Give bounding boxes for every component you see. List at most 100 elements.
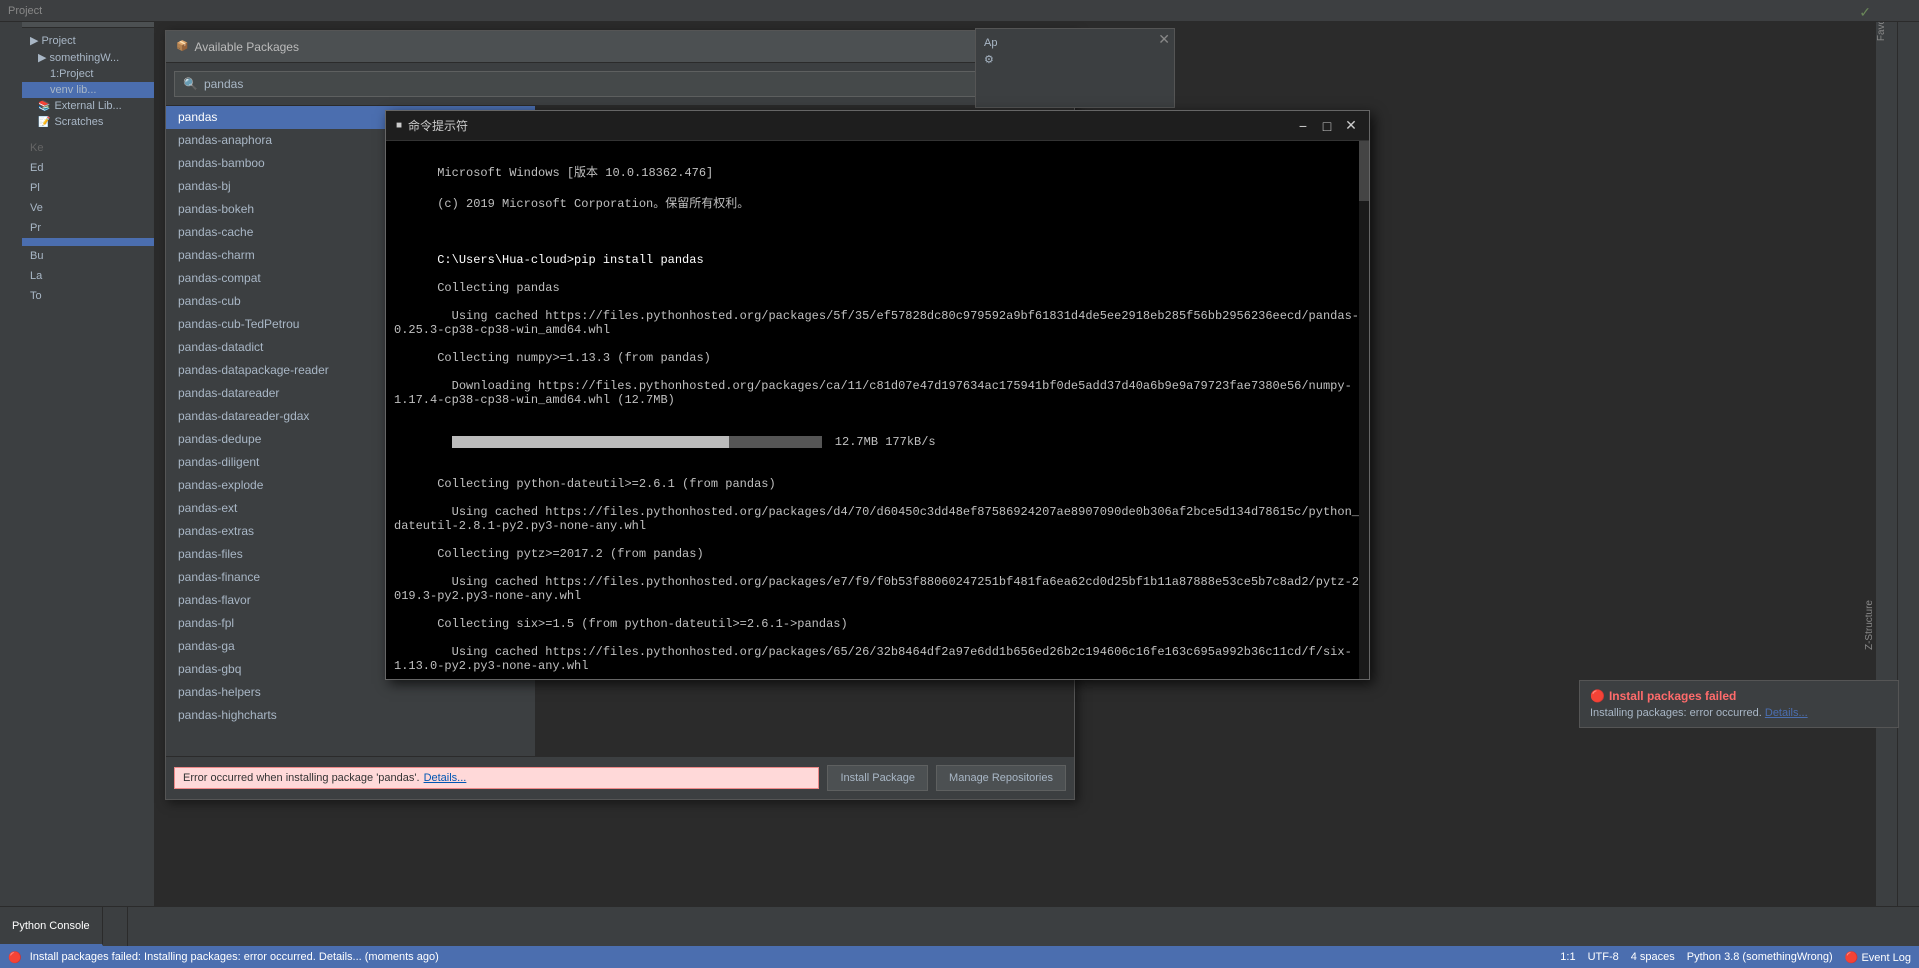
folder-icon: ▶ (30, 34, 38, 47)
cmd-title-label: 命令提示符 (408, 117, 468, 134)
notification-title-text: Install packages failed (1609, 689, 1736, 703)
cmd-line-cached-six: Using cached https://files.pythonhosted.… (394, 645, 1352, 673)
notification-body: Installing packages: error occurred. Det… (1590, 707, 1888, 719)
manage-repositories-button[interactable]: Manage Repositories (936, 765, 1066, 791)
cmd-line-six: Collecting six>=1.5 (from python-dateuti… (437, 617, 847, 631)
cmd-line-2: (c) 2019 Microsoft Corporation。保留所有权利。 (437, 197, 749, 211)
cmd-line-pip: C:\Users\Hua-cloud>pip install pandas (437, 253, 703, 267)
cmd-window: ■ 命令提示符 − □ ✕ Microsoft Windows [版本 10.0… (385, 110, 1370, 680)
tree-item-something[interactable]: ▶ somethingW... (22, 49, 154, 66)
bottom-encoding: UTF-8 (1588, 951, 1619, 963)
packages-error-banner: Error occurred when installing package '… (174, 767, 819, 789)
top-bar: Project ✓ (0, 0, 1919, 22)
package-item-24[interactable]: pandas-helpers (166, 681, 535, 704)
bottom-line-col: 1:1 (1560, 951, 1575, 963)
panel-section-bu: Bu (22, 246, 154, 266)
cmd-line-cached1: Using cached https://files.pythonhosted.… (394, 309, 1359, 337)
packages-error-text: Error occurred when installing package '… (183, 772, 420, 784)
left-sidebar: ≡ (0, 0, 22, 968)
tree-venv-label: 1:Project (50, 68, 93, 80)
panel-section-ve: Ve (22, 198, 154, 218)
panel-section-la: La (22, 266, 154, 286)
tree-item-venv[interactable]: 1:Project (22, 66, 154, 82)
scratches-icon: 📝 (38, 117, 50, 128)
bottom-indent: 4 spaces (1631, 951, 1675, 963)
cmd-line-numpy: Collecting numpy>=1.13.3 (from pandas) (437, 351, 711, 365)
python-console-tab-label: Python Console (12, 920, 90, 932)
packages-search-area: 🔍 ✕ ↻ (166, 63, 1074, 106)
cmd-line-1: Microsoft Windows [版本 10.0.18362.476] (437, 166, 713, 180)
panel-section-pr-active (22, 238, 154, 246)
small-dialog: ✕ Ap ⚙ (975, 28, 1175, 108)
packages-search-icon: 🔍 (183, 77, 198, 91)
packages-icon: 📦 (176, 41, 188, 52)
cmd-maximize-button[interactable]: □ (1319, 118, 1335, 134)
packages-search-container[interactable]: 🔍 ✕ (174, 71, 1034, 97)
cmd-line-pytz: Collecting pytz>=2017.2 (from pandas) (437, 547, 703, 561)
bottom-error-icon: 🔴 (8, 951, 22, 964)
packages-dialog-footer: Error occurred when installing package '… (166, 756, 1074, 799)
notification-link[interactable]: Details... (1765, 707, 1808, 719)
bottom-panel: Python Console (0, 906, 1919, 946)
panel-section-pr: Pr (22, 218, 154, 238)
main-area: 📦 Available Packages ✕ 🔍 ✕ ↻ pandas pand… (155, 0, 1919, 968)
cmd-close-button[interactable]: ✕ (1343, 118, 1359, 134)
cmd-minimize-button[interactable]: − (1295, 118, 1311, 134)
cmd-line-downloading: Downloading https://files.pythonhosted.o… (394, 379, 1352, 407)
panel-section-ed: Ed (22, 158, 154, 178)
tree-item-external[interactable]: 📚 External Lib... (22, 98, 154, 114)
cmd-controls: − □ ✕ (1295, 118, 1359, 134)
bottom-right-info: 1:1 UTF-8 4 spaces Python 3.8 (something… (1560, 951, 1911, 964)
cmd-title-area: ■ 命令提示符 (396, 117, 468, 134)
panel-section-ke: Ke (22, 138, 154, 158)
notification-error-icon: 🔴 (1590, 689, 1605, 703)
favorites-sidebar: Favorites (1875, 0, 1897, 968)
packages-dialog-title: Available Packages (194, 40, 299, 54)
external-lib-label: External Lib... (54, 100, 121, 112)
bottom-status-bar: 🔴 Install packages failed: Installing pa… (0, 946, 1919, 968)
packages-error-link[interactable]: Details... (424, 772, 467, 784)
small-dialog-label: Ap (984, 37, 1166, 49)
packages-search-input[interactable] (204, 77, 1007, 91)
tree-item-scratches[interactable]: 📝 Scratches (22, 114, 154, 130)
package-item-25[interactable]: pandas-highcharts (166, 704, 535, 727)
python-console-tab[interactable]: Python Console (0, 907, 103, 946)
bottom-event-log: 🔴 Event Log (1845, 951, 1911, 964)
tree-item-testing[interactable]: venv lib... (22, 82, 154, 98)
small-dialog-gear: ⚙ (984, 53, 1166, 66)
cmd-body: Microsoft Windows [版本 10.0.18362.476] (c… (386, 141, 1369, 679)
small-dialog-content: Ap ⚙ (976, 29, 1174, 74)
bottom-python-version: Python 3.8 (somethingWrong) (1687, 951, 1833, 963)
tree-item-project[interactable]: ▶ Project (22, 32, 154, 49)
tree-something-label: somethingW... (49, 52, 119, 64)
cmd-scrollbar-thumb[interactable] (1359, 141, 1369, 201)
cmd-titlebar: ■ 命令提示符 − □ ✕ (386, 111, 1369, 141)
cmd-line-progress: 12.7MB 177kB/s (394, 435, 936, 463)
cmd-icon: ■ (396, 120, 402, 131)
bottom-tab-2[interactable] (103, 907, 128, 946)
cmd-line-collecting: Collecting pandas (437, 281, 559, 295)
packages-dialog-title-area: 📦 Available Packages (176, 40, 299, 54)
cmd-line-dateutil: Collecting python-dateutil>=2.6.1 (from … (437, 477, 775, 491)
folder-icon-something: ▶ (38, 51, 46, 64)
bottom-status-text: Install packages failed: Installing pack… (30, 951, 439, 963)
small-dialog-close[interactable]: ✕ (1158, 31, 1170, 48)
cmd-line-cached-du: Using cached https://files.pythonhosted.… (394, 505, 1359, 533)
project-tree: ▶ Project ▶ somethingW... 1:Project venv… (22, 28, 154, 134)
cmd-line-cached-pytz: Using cached https://files.pythonhosted.… (394, 575, 1359, 603)
panel-section-pl: Pl (22, 178, 154, 198)
packages-dialog-titlebar: 📦 Available Packages ✕ (166, 31, 1074, 63)
tree-project-label: Project (41, 35, 75, 47)
notification-body-text: Installing packages: error occurred. (1590, 707, 1762, 719)
z-structure-label: Z-Structure (1864, 600, 1875, 650)
right-sidebar (1897, 0, 1919, 968)
favorites-label: Favorites (1876, 0, 1887, 621)
top-bar-project: Project (4, 5, 46, 17)
scratches-label: Scratches (54, 116, 103, 128)
checkmark-icon: ✓ (1859, 4, 1871, 21)
notification-panel: 🔴 Install packages failed Installing pac… (1579, 680, 1899, 728)
install-package-button[interactable]: Install Package (827, 765, 928, 791)
project-panel: Project ▶ Project ▶ somethingW... 1:Proj… (22, 0, 155, 968)
cmd-scrollbar[interactable] (1359, 141, 1369, 679)
panel-section-to: To (22, 286, 154, 306)
